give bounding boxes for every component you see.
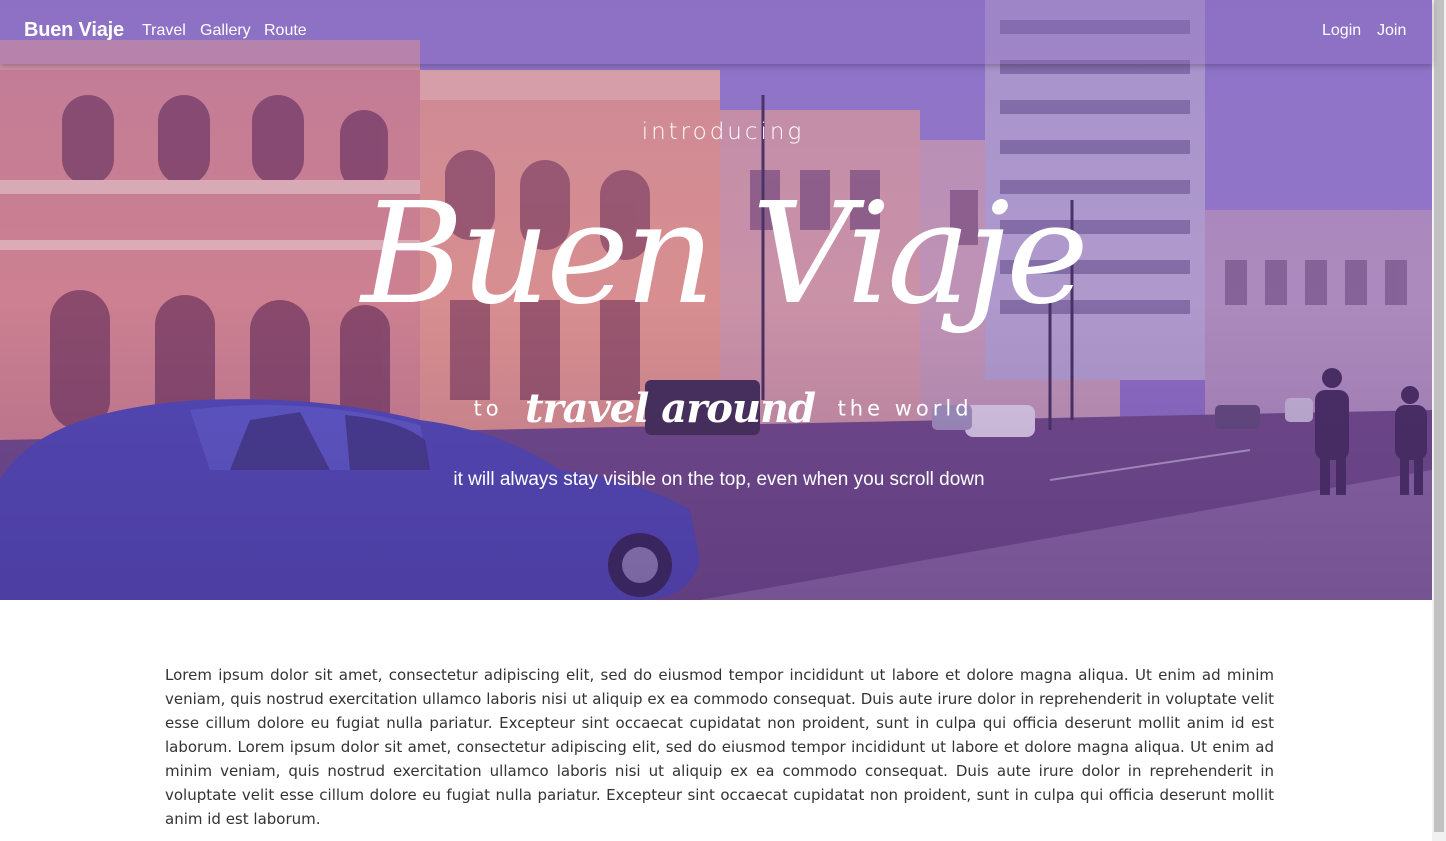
hero-sub-right: the world xyxy=(837,396,973,421)
brand-link[interactable]: Buen Viaje xyxy=(24,19,124,42)
hero-subtitle: to travel around the world xyxy=(0,385,1432,432)
page-scrollbar[interactable] xyxy=(1432,0,1446,841)
hero-sub-left: to xyxy=(473,396,503,421)
nav-link-join[interactable]: Join xyxy=(1377,22,1406,40)
nav-link-login[interactable]: Login xyxy=(1322,22,1361,40)
hero-tagline: it will always stay visible on the top, … xyxy=(453,469,985,490)
hero-title: Buen Viaje xyxy=(361,173,1089,336)
top-navbar: Buen Viaje Travel Gallery Route Login Jo… xyxy=(0,0,1432,64)
nav-link-travel[interactable]: Travel xyxy=(142,22,186,40)
body-paragraph: Lorem ipsum dolor sit amet, consectetur … xyxy=(165,666,1274,828)
scrollbar-thumb[interactable] xyxy=(1434,0,1444,832)
hero-section: introducing Buen Viaje to travel around … xyxy=(0,0,1432,600)
nav-link-route[interactable]: Route xyxy=(264,22,307,40)
hero-sub-mid: travel around xyxy=(525,385,816,432)
nav-link-gallery[interactable]: Gallery xyxy=(200,22,251,40)
hero-pretitle: introducing xyxy=(641,119,805,145)
